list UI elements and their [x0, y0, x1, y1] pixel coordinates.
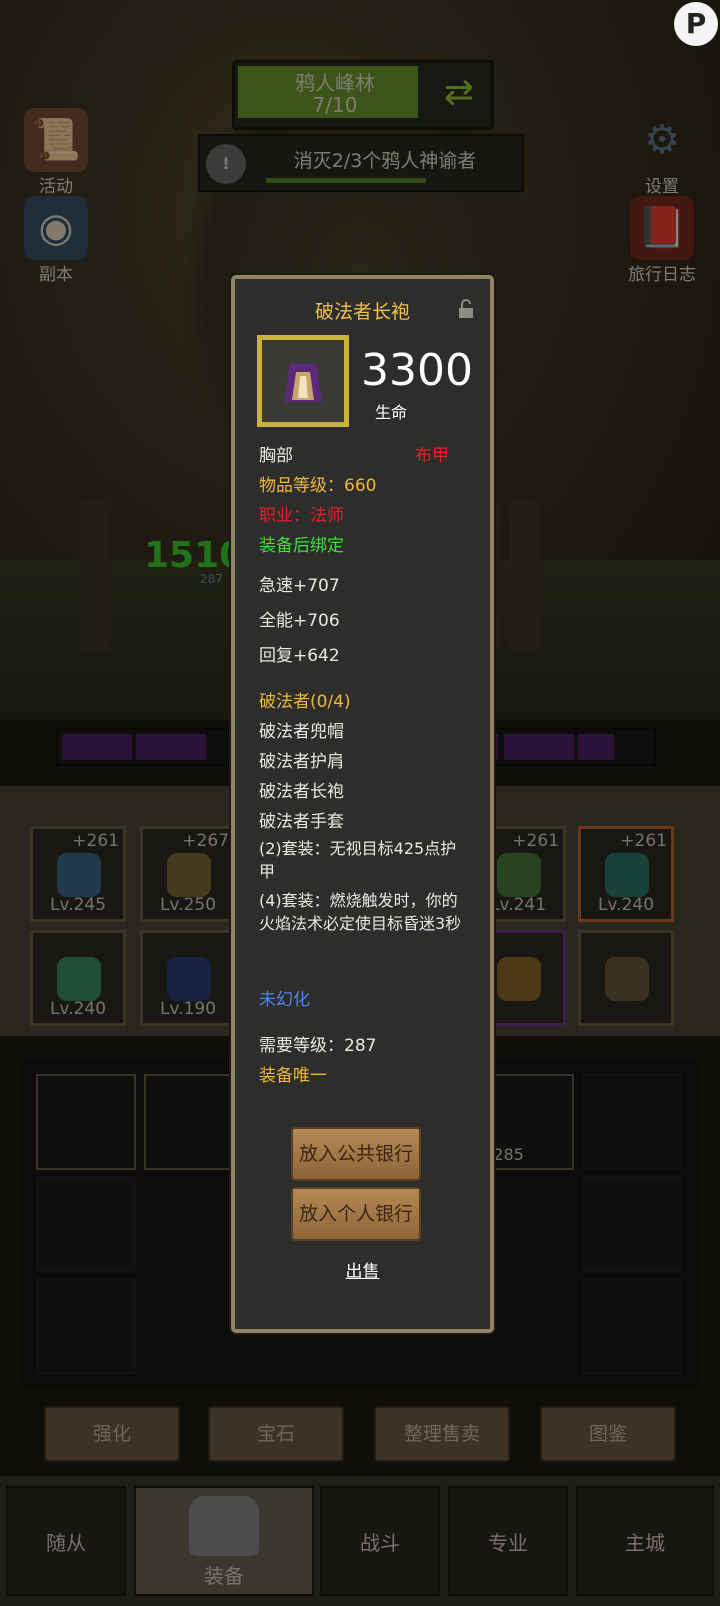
primary-stat-label: 生命: [375, 403, 408, 422]
set-item: 破法者护肩: [259, 752, 344, 772]
nav-follower[interactable]: 随从: [6, 1486, 126, 1596]
unlock-icon[interactable]: [458, 299, 474, 319]
item-name: 破法者长袍: [314, 301, 410, 323]
equip-slot-art: [57, 853, 101, 897]
inventory-slot[interactable]: [582, 1074, 682, 1170]
sell-link[interactable]: 出售: [235, 1257, 490, 1282]
equip-slot[interactable]: +261 Lv.245: [30, 826, 126, 922]
zone-progress-count: 7/10: [312, 93, 358, 117]
app-logo: P: [674, 2, 718, 46]
nav-equipment[interactable]: 装备: [134, 1486, 314, 1596]
unique-equip: 装备唯一: [259, 1066, 327, 1086]
inventory-slot[interactable]: [36, 1074, 136, 1170]
public-bank-button[interactable]: 放入公共银行: [291, 1127, 421, 1181]
equip-slot-art: [57, 957, 101, 1001]
fence-post: [80, 500, 110, 650]
inventory-slot[interactable]: [582, 1278, 682, 1374]
chest-armor-icon: [189, 1496, 259, 1556]
item-slot: 胸部: [259, 446, 293, 466]
equip-slot-art: [605, 957, 649, 1001]
transmog-status: 未幻化: [259, 990, 310, 1010]
enhance-level: +261: [512, 831, 559, 851]
set-item: 破法者手套: [259, 812, 344, 832]
damage-number: 1510: [144, 535, 245, 576]
quest-tracker[interactable]: ! 消灭2/3个鸦人神谕者: [198, 134, 524, 192]
equip-slot[interactable]: Lv.240: [30, 930, 126, 1026]
equip-slot-art: [167, 853, 211, 897]
item-icon-frame: [257, 335, 349, 427]
quest-progress-fill: [266, 178, 426, 183]
codex-button[interactable]: 图鉴: [540, 1406, 676, 1462]
item-tooltip: 破法者长袍 3300 生命 胸部 布甲 物品等级：660 职业：法师 装备后绑定…: [231, 275, 494, 1333]
equip-slot-art: [497, 957, 541, 1001]
nav-city[interactable]: 主城: [576, 1486, 714, 1596]
dungeon-label: 副本: [39, 265, 73, 285]
item-level: Lv.190: [159, 999, 217, 1019]
set-bonus-4: (4)套装：燃烧触发时，你的火焰法术必定使目标昏迷3秒: [259, 891, 462, 933]
item-level: Lv.240: [597, 895, 655, 915]
power-segment: [136, 734, 206, 760]
gear-icon: ⚙: [644, 117, 680, 163]
activity-label: 活动: [39, 177, 73, 197]
enhance-level: +267: [182, 831, 229, 851]
settings-label: 设置: [645, 177, 679, 197]
activity-icon: 📜: [24, 108, 88, 172]
item-level: Lv.245: [49, 895, 107, 915]
equip-slot[interactable]: +261 Lv.240: [578, 826, 674, 922]
equip-slot-art: [605, 853, 649, 897]
enhance-level: +261: [72, 831, 119, 851]
inventory-slot[interactable]: [582, 1176, 682, 1272]
swap-zone-icon[interactable]: ⇄: [431, 67, 487, 119]
quest-text: 消灭2/3个鸦人神谕者: [293, 150, 477, 172]
class-requirement: 职业：法师: [259, 506, 344, 526]
required-level: 需要等级：287: [259, 1036, 377, 1056]
activity-button[interactable]: 📜 活动: [14, 108, 98, 197]
nav-battle[interactable]: 战斗: [320, 1486, 440, 1596]
equip-slot-art: [167, 957, 211, 1001]
armor-type: 布甲: [415, 446, 449, 466]
power-segment: [578, 734, 614, 760]
robe-icon: [284, 364, 322, 402]
stat-line: 全能+706: [259, 611, 340, 631]
portal-icon: ◉: [24, 196, 88, 260]
inventory-slot[interactable]: [36, 1278, 136, 1374]
primary-stat-value: 3300: [361, 345, 473, 396]
bottom-navigation: 随从 装备 战斗 专业 主城: [0, 1476, 720, 1606]
nav-profession[interactable]: 专业: [448, 1486, 568, 1596]
set-bonus-2: (2)套装：无视目标425点护甲: [259, 839, 457, 881]
personal-bank-button[interactable]: 放入个人银行: [291, 1187, 421, 1241]
set-name: 破法者(0/4): [259, 692, 351, 712]
equip-slot-art: [497, 853, 541, 897]
stat-line: 回复+642: [259, 646, 340, 666]
alert-icon: !: [206, 144, 246, 184]
equip-slot[interactable]: +267 Lv.250: [140, 826, 236, 922]
equip-slot[interactable]: [578, 930, 674, 1026]
damage-small: 287: [200, 572, 223, 586]
enhance-button[interactable]: 强化: [44, 1406, 180, 1462]
power-segment: [62, 734, 132, 760]
enhance-level: +261: [620, 831, 667, 851]
equip-slot[interactable]: Lv.190: [140, 930, 236, 1026]
dungeon-button[interactable]: ◉ 副本: [14, 196, 98, 285]
item-level: Lv.250: [159, 895, 217, 915]
journal-icon: 📕: [630, 196, 694, 260]
inventory-slot[interactable]: [144, 1074, 244, 1170]
zone-progress-bar[interactable]: 鸦人峰林 7/10 ⇄: [232, 60, 494, 130]
power-segment: [504, 734, 574, 760]
nav-equipment-label: 装备: [204, 1564, 244, 1588]
stat-line: 急速+707: [259, 576, 340, 596]
bind-type: 装备后绑定: [259, 536, 344, 556]
settings-button[interactable]: ⚙ 设置: [620, 108, 704, 197]
item-level: Lv.240: [49, 999, 107, 1019]
zone-name: 鸦人峰林: [295, 71, 375, 95]
item-level-text: 物品等级：660: [259, 476, 377, 496]
sort-sell-button[interactable]: 整理售卖: [374, 1406, 510, 1462]
set-item: 破法者长袍: [259, 782, 344, 802]
inventory-slot[interactable]: [36, 1176, 136, 1272]
journal-label: 旅行日志: [628, 265, 696, 285]
fence-post: [510, 500, 540, 650]
set-item: 破法者兜帽: [259, 722, 344, 742]
journal-button[interactable]: 📕 旅行日志: [620, 196, 704, 285]
gem-button[interactable]: 宝石: [208, 1406, 344, 1462]
